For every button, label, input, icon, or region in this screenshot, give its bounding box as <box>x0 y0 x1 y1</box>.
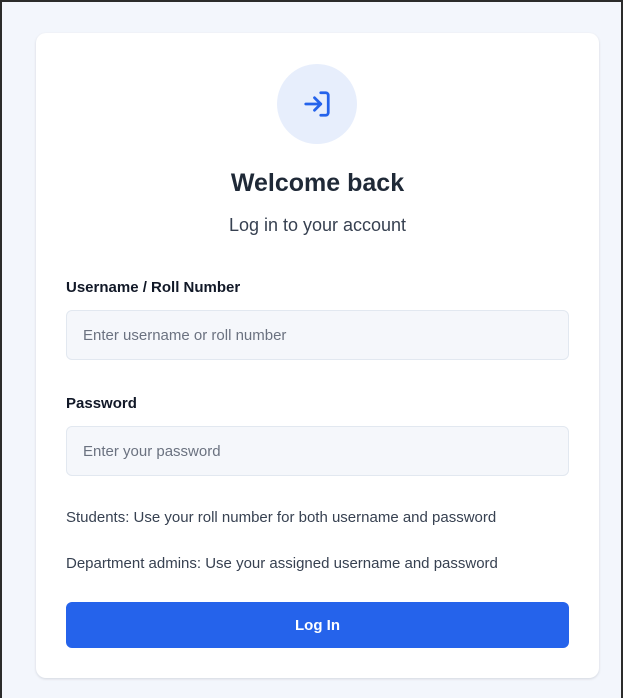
students-hint: Students: Use your roll number for both … <box>66 509 497 526</box>
password-label: Password <box>66 395 137 412</box>
password-input[interactable] <box>66 426 569 476</box>
login-button[interactable]: Log In <box>66 602 569 648</box>
page-title: Welcome back <box>230 169 405 197</box>
log-in-icon <box>304 91 330 117</box>
login-card: Welcome back Log in to your account User… <box>36 33 599 678</box>
login-icon-badge <box>277 64 357 144</box>
admins-hint: Department admins: Use your assigned use… <box>66 555 498 572</box>
username-input[interactable] <box>66 310 569 360</box>
username-label: Username / Roll Number <box>66 279 241 296</box>
page-subtitle: Log in to your account <box>228 215 407 235</box>
